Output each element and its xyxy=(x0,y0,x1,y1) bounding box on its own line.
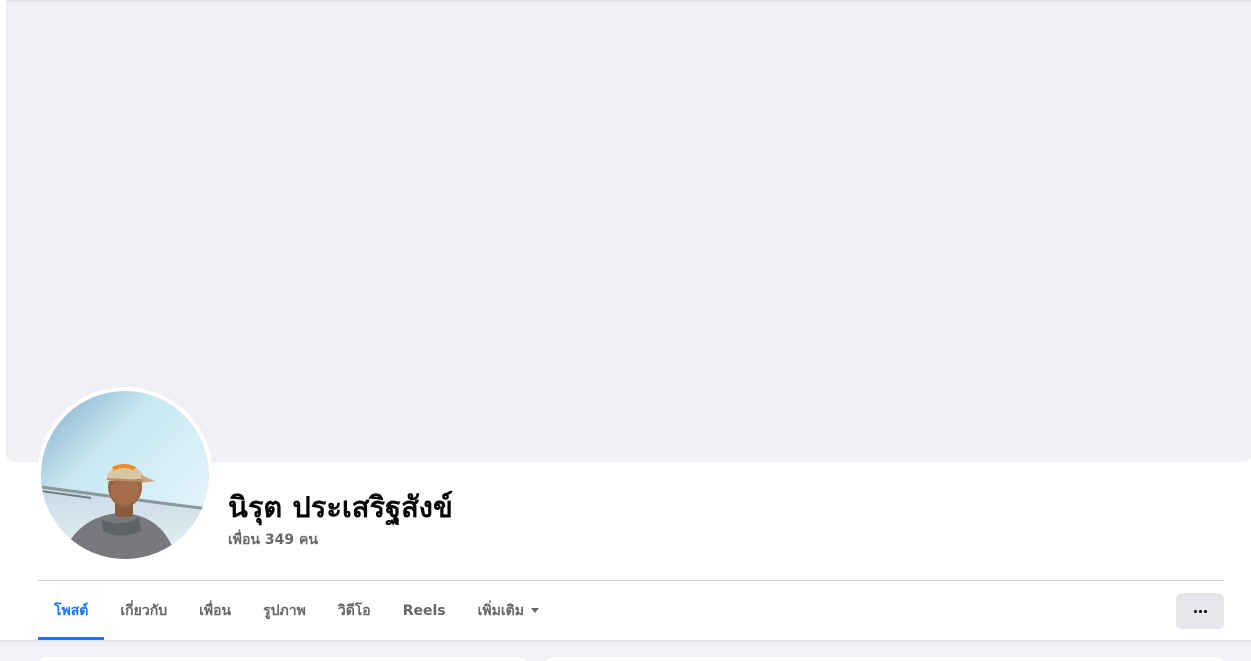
tab-label: รูปภาพ xyxy=(263,602,306,619)
profile-photo-image xyxy=(41,391,209,559)
more-horizontal-icon xyxy=(1193,609,1207,613)
header-bottom-border xyxy=(0,640,1251,642)
tab-photos[interactable]: รูปภาพ xyxy=(247,581,322,640)
tab-label: โพสต์ xyxy=(54,602,89,619)
chevron-down-icon xyxy=(530,608,539,613)
tab-label: เพิ่มเติม xyxy=(477,602,524,619)
friend-count[interactable]: เพื่อน 349 คน xyxy=(228,529,318,551)
tab-reels[interactable]: Reels xyxy=(387,581,462,640)
cover-photo[interactable] xyxy=(6,0,1251,462)
tab-about[interactable]: เกี่ยวกับ xyxy=(104,581,183,640)
posts-card xyxy=(545,657,1224,661)
tab-label: เพื่อน xyxy=(199,602,232,619)
tab-label: Reels xyxy=(402,602,446,619)
profile-picture-frame[interactable] xyxy=(37,387,213,563)
tab-label: วิดีโอ xyxy=(337,602,371,619)
tab-posts[interactable]: โพสต์ xyxy=(38,581,105,640)
profile-name: นิรุต ประเสริฐสังข์ xyxy=(228,490,453,524)
tab-videos[interactable]: วิดีโอ xyxy=(322,581,387,640)
profile-picture[interactable] xyxy=(41,391,209,559)
tab-friends[interactable]: เพื่อน xyxy=(183,581,247,640)
profile-page: นิรุต ประเสริฐสังข์ เพื่อน 349 คน โพสต์ … xyxy=(0,0,1251,661)
tab-more[interactable]: เพิ่มเติม xyxy=(462,581,555,640)
profile-options-button[interactable] xyxy=(1176,593,1224,629)
tab-label: เกี่ยวกับ xyxy=(120,602,168,619)
intro-card xyxy=(38,657,526,661)
profile-tabs: โพสต์ เกี่ยวกับ เพื่อน รูปภาพ วิดีโอ Ree… xyxy=(38,581,555,640)
